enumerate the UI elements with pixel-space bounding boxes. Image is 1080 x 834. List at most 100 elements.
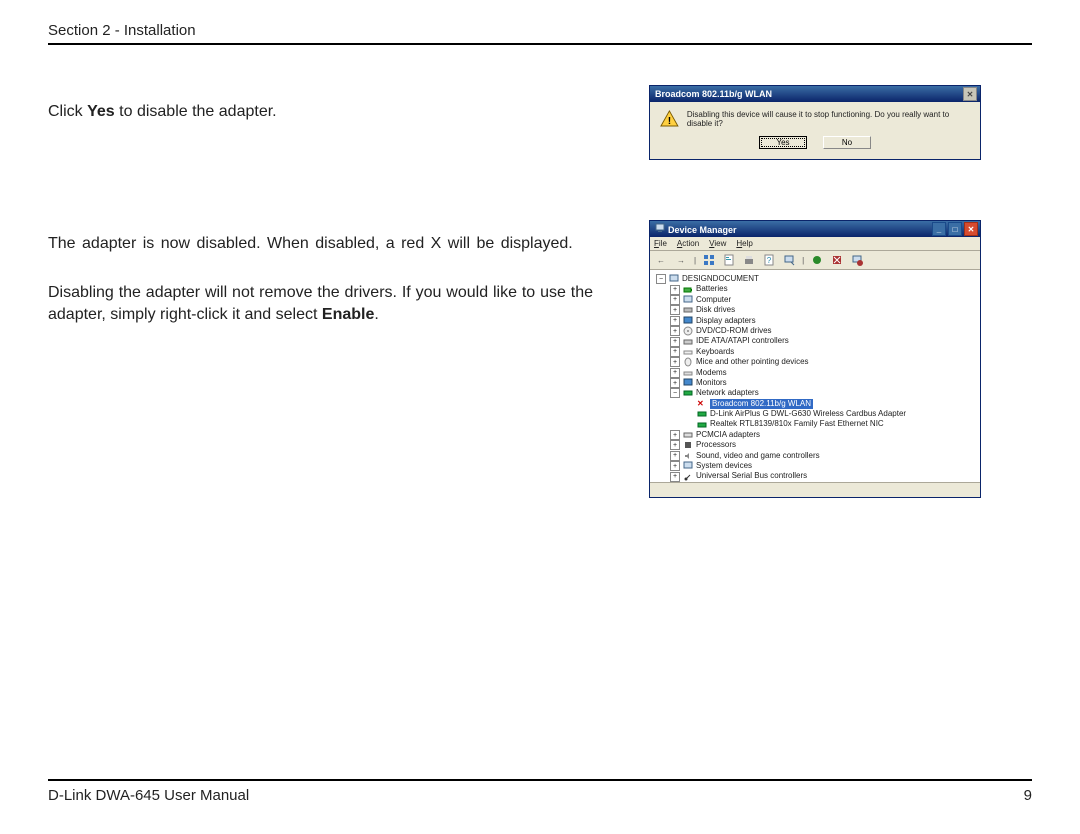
expand-icon[interactable]: + — [670, 461, 680, 471]
tree-item-network[interactable]: −Network adapters — [670, 388, 974, 398]
tree-item[interactable]: Realtek RTL8139/810x Family Fast Etherne… — [684, 419, 974, 429]
forward-icon[interactable]: → — [674, 253, 688, 267]
svg-text:!: ! — [668, 116, 671, 127]
tree-item[interactable]: +DVD/CD-ROM drives — [670, 326, 974, 336]
footer-rule — [48, 779, 1032, 781]
expand-icon[interactable]: + — [670, 285, 680, 295]
tree-item[interactable]: + Universal Serial Bus controllers — [670, 471, 974, 481]
sound-icon — [683, 451, 693, 461]
text: Disabling the adapter will not remove th… — [48, 284, 593, 323]
system-icon — [683, 461, 693, 471]
node-label: Batteries — [696, 284, 728, 294]
print-icon[interactable] — [742, 253, 756, 267]
expand-icon[interactable]: + — [670, 451, 680, 461]
page-number: 9 — [1024, 787, 1032, 804]
help-icon[interactable]: ? — [762, 253, 776, 267]
tree-item[interactable]: + Disk drives — [670, 305, 974, 315]
tree-item[interactable]: + Sound, video and game controllers — [670, 451, 974, 461]
menu-file[interactable]: File — [654, 239, 667, 248]
grid-icon[interactable] — [702, 253, 716, 267]
usb-icon — [683, 472, 693, 482]
disable-icon[interactable] — [830, 253, 844, 267]
enable-icon[interactable] — [810, 253, 824, 267]
tree-item[interactable]: + Batteries — [670, 284, 974, 294]
node-label: Mice and other pointing devices — [696, 357, 809, 367]
ide-icon — [683, 337, 693, 347]
expand-icon[interactable]: + — [670, 295, 680, 305]
tree-item[interactable]: +Monitors — [670, 378, 974, 388]
header-rule — [48, 43, 1032, 45]
back-icon[interactable]: ← — [654, 253, 668, 267]
expand-icon[interactable]: + — [670, 326, 680, 336]
tree-item[interactable]: +Modems — [670, 368, 974, 378]
node-label: Universal Serial Bus controllers — [696, 471, 807, 481]
tree-item[interactable]: + Mice and other pointing devices — [670, 357, 974, 367]
dm-toolbar: ← → | ? | — [650, 251, 980, 270]
device-manager-window: Device Manager _ □ ✕ File Action View He… — [649, 220, 981, 498]
node-label: Display adapters — [696, 316, 756, 326]
node-label: System devices — [696, 461, 752, 471]
scan-icon[interactable] — [782, 253, 796, 267]
tree-item[interactable]: D-Link AirPlus G DWL-G630 Wireless Cardb… — [684, 409, 974, 419]
properties-icon[interactable] — [722, 253, 736, 267]
node-label: IDE ATA/ATAPI controllers — [696, 336, 789, 346]
no-button[interactable]: No — [823, 136, 871, 149]
expand-icon[interactable]: + — [670, 440, 680, 450]
nic-icon — [697, 420, 707, 430]
collapse-icon[interactable]: − — [656, 274, 666, 284]
menu-help[interactable]: Help — [736, 239, 752, 248]
tree-item-broadcom[interactable]: ✕Broadcom 802.11b/g WLAN — [684, 399, 974, 409]
expand-icon[interactable]: + — [670, 357, 680, 367]
tree-root[interactable]: −DESIGNDOCUMENT — [656, 274, 974, 284]
pcmcia-icon — [683, 430, 693, 440]
dm-title-left: Device Manager — [655, 223, 737, 235]
tree-item[interactable]: +Computer — [670, 295, 974, 305]
minimize-icon[interactable]: _ — [932, 222, 946, 236]
cpu-icon — [683, 440, 693, 450]
node-label: Sound, video and game controllers — [696, 451, 820, 461]
disable-confirm-dialog: Broadcom 802.11b/g WLAN ✕ ! Disabling th… — [649, 85, 981, 160]
expand-icon[interactable]: + — [670, 316, 680, 326]
expand-icon[interactable]: + — [670, 305, 680, 315]
menu-action[interactable]: Action — [677, 239, 699, 248]
close-icon[interactable]: ✕ — [964, 222, 978, 236]
bold-enable: Enable — [322, 306, 374, 323]
text: . — [374, 306, 378, 323]
menu-view[interactable]: View — [709, 239, 726, 248]
uninstall-icon[interactable] — [850, 253, 864, 267]
expand-icon[interactable]: + — [670, 368, 680, 378]
tree-item[interactable]: + IDE ATA/ATAPI controllers — [670, 336, 974, 346]
yes-button[interactable]: Yes — [759, 136, 807, 149]
expand-icon[interactable]: + — [670, 337, 680, 347]
collapse-icon[interactable]: − — [670, 388, 680, 398]
left-column: Click Yes to disable the adapter. The ad… — [48, 85, 593, 498]
dm-statusbar — [650, 482, 980, 497]
computer-icon — [683, 295, 693, 305]
instruction-1: Click Yes to disable the adapter. — [48, 101, 593, 123]
keyboard-icon — [683, 347, 693, 357]
tree-item[interactable]: +PCMCIA adapters — [670, 430, 974, 440]
modem-icon — [683, 368, 693, 378]
tree-item[interactable]: + Display adapters — [670, 316, 974, 326]
page-footer: D-Link DWA-645 User Manual 9 — [48, 779, 1032, 804]
close-icon[interactable]: ✕ — [963, 87, 977, 101]
header-section: Section 2 - Installation — [48, 22, 1032, 39]
expand-icon[interactable]: + — [670, 347, 680, 357]
expand-icon[interactable]: + — [670, 430, 680, 440]
device-tree[interactable]: −DESIGNDOCUMENT + Batteries +Computer + Di… — [650, 270, 980, 482]
tree-item[interactable]: + System devices — [670, 461, 974, 471]
nic-icon — [697, 409, 707, 419]
content-columns: Click Yes to disable the adapter. The ad… — [48, 85, 1032, 498]
tree-item[interactable]: +Keyboards — [670, 347, 974, 357]
expand-icon[interactable]: + — [670, 378, 680, 388]
expand-icon[interactable]: + — [670, 472, 680, 482]
dialog-buttons: Yes No — [650, 132, 980, 159]
node-label: Processors — [696, 440, 736, 450]
maximize-icon[interactable]: □ — [948, 222, 962, 236]
tree-item[interactable]: + Processors — [670, 440, 974, 450]
node-label: Disk drives — [696, 305, 735, 315]
dvd-icon — [683, 326, 693, 336]
mouse-icon — [683, 357, 693, 367]
network-icon — [683, 388, 693, 398]
instruction-3: Disabling the adapter will not remove th… — [48, 282, 593, 325]
